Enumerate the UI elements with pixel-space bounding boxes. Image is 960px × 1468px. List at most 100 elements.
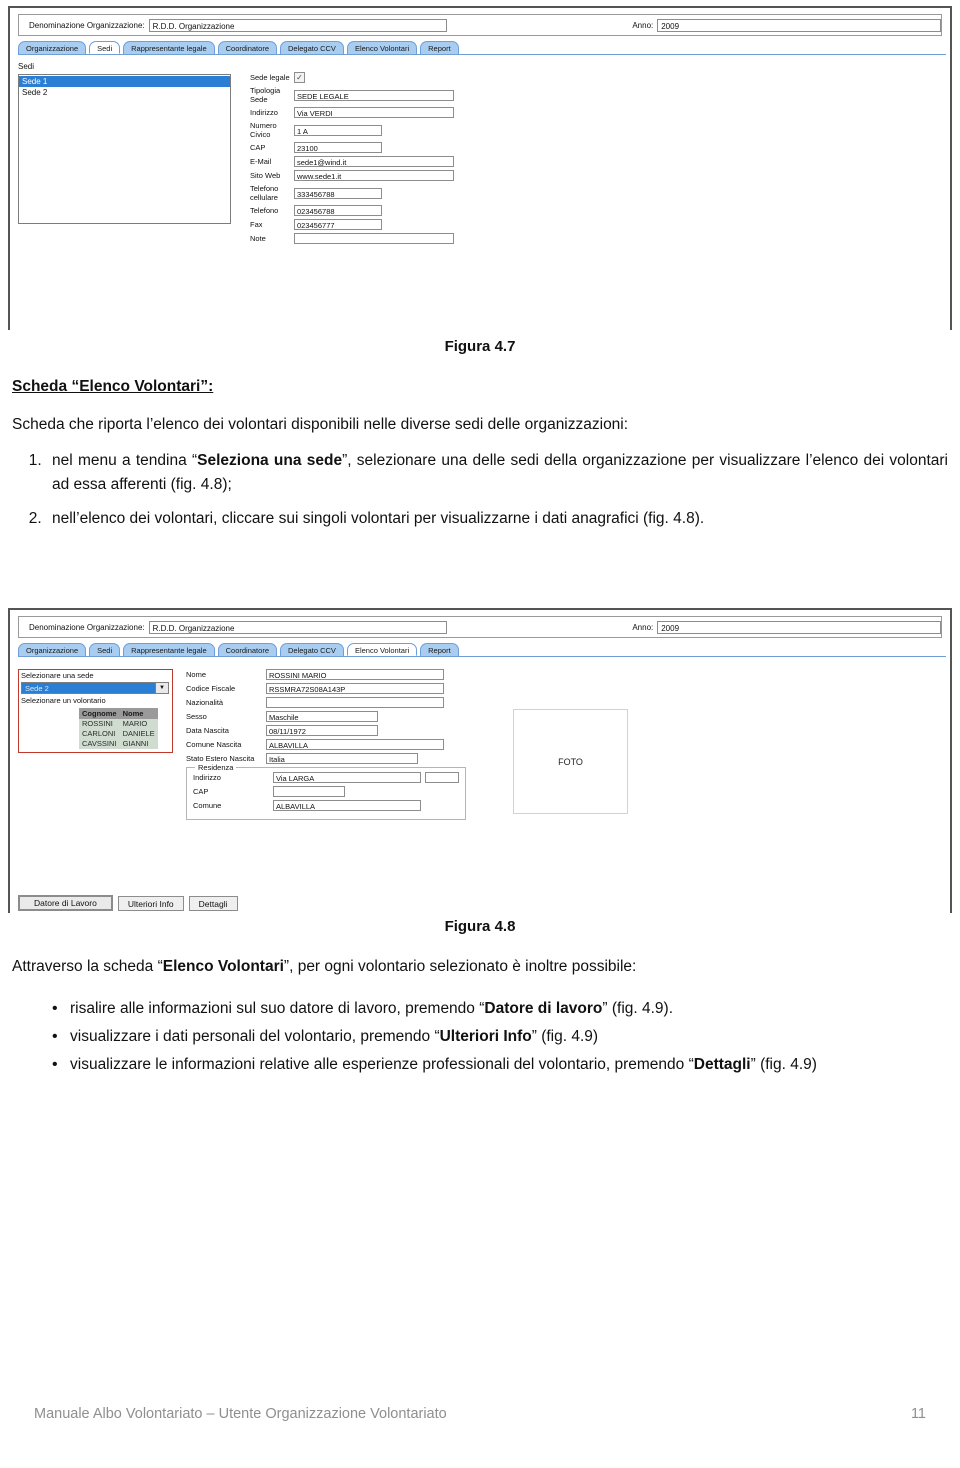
form-row: CAP 23100 [250,142,454,153]
field-label: Data Nascita [186,726,229,735]
anno-field-48[interactable]: 2009 [657,620,941,634]
field-input[interactable] [266,697,444,708]
form-row: Indirizzo Via VERDI [250,107,454,118]
table-cell[interactable]: CARLONI [79,729,120,739]
form-row: Tipologia Sede SEDE LEGALE [250,86,454,104]
form-row: Sito Web www.sede1.it [250,170,454,181]
field-input[interactable] [294,233,454,244]
volontari-table[interactable]: Cognome Nome ROSSINI MARIO CARLONI DANIELE CAV… [79,708,158,749]
anno-label-48: Anno: [632,622,654,632]
field-label: Nazionalità [186,698,224,707]
form-row: Data Nascita 08/11/1972 [186,725,466,736]
table-cell[interactable]: MARIO [119,719,158,729]
tab-organizzazione[interactable]: Organizzazione [18,643,87,656]
form-row: Comune ALBAVILLA [193,800,459,811]
form-row: Comune Nascita ALBAVILLA [186,739,466,750]
table-row[interactable]: CARLONI DANIELE [79,729,158,739]
sede-detail-form: Sede legale ✓ Tipologia Sede SEDE LEGALE Ind… [250,72,454,247]
residenza-cap-input[interactable] [273,786,345,797]
residenza-civico-input[interactable] [425,772,459,783]
section-intro: Scheda che riporta l’elenco dei volontar… [12,416,629,434]
tab-delegato-ccv[interactable]: Delegato CCV [279,643,344,656]
field-input[interactable]: 023456777 [294,219,382,230]
form-row: E-Mail sede1@wind.it [250,156,454,167]
org-field-47[interactable]: R.D.D. Organizzazione [148,18,448,32]
field-input[interactable]: ROSSINI MARIO [266,669,444,680]
chevron-down-icon[interactable]: ▼ [155,683,168,693]
bullet2-bold: Ulteriori Info [439,1028,532,1046]
page-footer: Manuale Albo Volontariato – Utente Organ… [34,1406,926,1422]
tab-rappresentante-legale[interactable]: Rappresentante legale [123,643,215,656]
field-label: Indirizzo [250,108,278,117]
field-input[interactable]: Italia [266,753,418,764]
tab-report[interactable]: Report [420,643,459,656]
table-cell[interactable]: CAVSSINI [79,739,120,749]
table-cell[interactable]: DANIELE [119,729,158,739]
form-row: Codice Fiscale RSSMRA72S08A143P [186,683,466,694]
step1-text-a: nel menu a tendina “ [52,452,198,470]
field-input[interactable]: 023456788 [294,205,382,216]
bullet2-b: ” (fig. 4.9) [531,1028,599,1046]
field-label: Fax [250,220,263,229]
field-label: Sito Web [250,171,281,180]
list-item[interactable]: Sede 1 [19,76,230,87]
field-label: Stato Estero Nascita [186,754,255,763]
field-input[interactable]: Maschile [266,711,378,722]
field-input[interactable]: ALBAVILLA [266,739,444,750]
tab-bar-48: Organizzazione Sedi Rappresentante legale C… [18,643,946,657]
datore-di-lavoro-button[interactable]: Datore di Lavoro [18,895,113,911]
field-input[interactable]: www.sede1.it [294,170,454,181]
tab-sedi[interactable]: Sedi [89,41,121,54]
ulteriori-info-button[interactable]: Ulteriori Info [117,895,184,911]
field-input[interactable]: sede1@wind.it [294,156,454,167]
field-input[interactable]: Via VERDI [294,107,454,118]
anno-field-47[interactable]: 2009 [657,18,941,32]
field-label: Note [250,234,266,243]
field-label: Nome [186,670,207,679]
form-row: Nome ROSSINI MARIO [186,669,466,680]
form-row: CAP [193,786,459,797]
figure-elenco-volontari-screenshot: Denominazione Organizzazione: R.D.D. Org… [8,608,952,917]
field-label: Telefono [250,206,279,215]
sede-select-dropdown[interactable]: Sede 2 ▼ [21,682,169,694]
figure-caption-47: Figura 4.7 [444,338,516,355]
field-input[interactable]: SEDE LEGALE [294,89,454,101]
residenza-indirizzo-label: Indirizzo [193,773,221,782]
tab-coordinatore[interactable]: Coordinatore [217,643,277,656]
form-row: Sede legale ✓ [250,72,454,83]
bullet3-b: ” (fig. 4.9) [750,1056,817,1074]
tab-rappresentante-legale[interactable]: Rappresentante legale [123,41,215,54]
table-row[interactable]: CAVSSINI GIANNI [79,739,158,749]
org-field-48[interactable]: R.D.D. Organizzazione [148,620,448,634]
block-b-intro-bold: Elenco Volontari [162,958,284,975]
step1-bold: Seleziona una sede [197,452,343,470]
residenza-cap-label: CAP [193,787,209,796]
residenza-fieldset: Residenza Indirizzo Via LARGA CAP Comune ALBA… [186,763,466,820]
dettagli-button[interactable]: Dettagli [188,895,238,911]
field-input[interactable]: 23100 [294,142,382,153]
tab-coordinatore[interactable]: Coordinatore [217,41,277,54]
step-item-2: nell’elenco dei volontari, cliccare sui … [46,507,948,531]
table-cell[interactable]: ROSSINI [79,719,120,729]
list-item[interactable]: Sede 2 [19,87,230,98]
tab-report[interactable]: Report [420,41,459,54]
tab-elenco-volontari[interactable]: Elenco Volontari [346,41,418,54]
tab-sedi[interactable]: Sedi [89,643,121,656]
field-input[interactable]: RSSMRA72S08A143P [266,683,444,694]
tab-organizzazione[interactable]: Organizzazione [18,41,87,54]
tab-elenco-volontari[interactable]: Elenco Volontari [346,643,418,656]
sede-legale-checkbox[interactable]: ✓ [294,72,305,83]
residenza-indirizzo-input[interactable]: Via LARGA [273,772,421,783]
app-header-bar-48: Denominazione Organizzazione: R.D.D. Org… [18,616,942,638]
sedi-listbox[interactable]: Sede 1 Sede 2 [18,74,231,224]
tab-delegato-ccv[interactable]: Delegato CCV [279,41,344,54]
field-input[interactable]: 333456788 [294,187,382,199]
field-input[interactable]: 08/11/1972 [266,725,378,736]
volontario-select-caption: Selezionare un volontario [21,696,106,705]
table-row[interactable]: ROSSINI MARIO [79,719,158,729]
column-header: Cognome [79,708,120,719]
field-input[interactable]: 1 A [294,124,382,136]
bullet-item-2: visualizzare i dati personali del volont… [52,1025,948,1050]
residenza-comune-input[interactable]: ALBAVILLA [273,800,421,811]
table-cell[interactable]: GIANNI [119,739,158,749]
